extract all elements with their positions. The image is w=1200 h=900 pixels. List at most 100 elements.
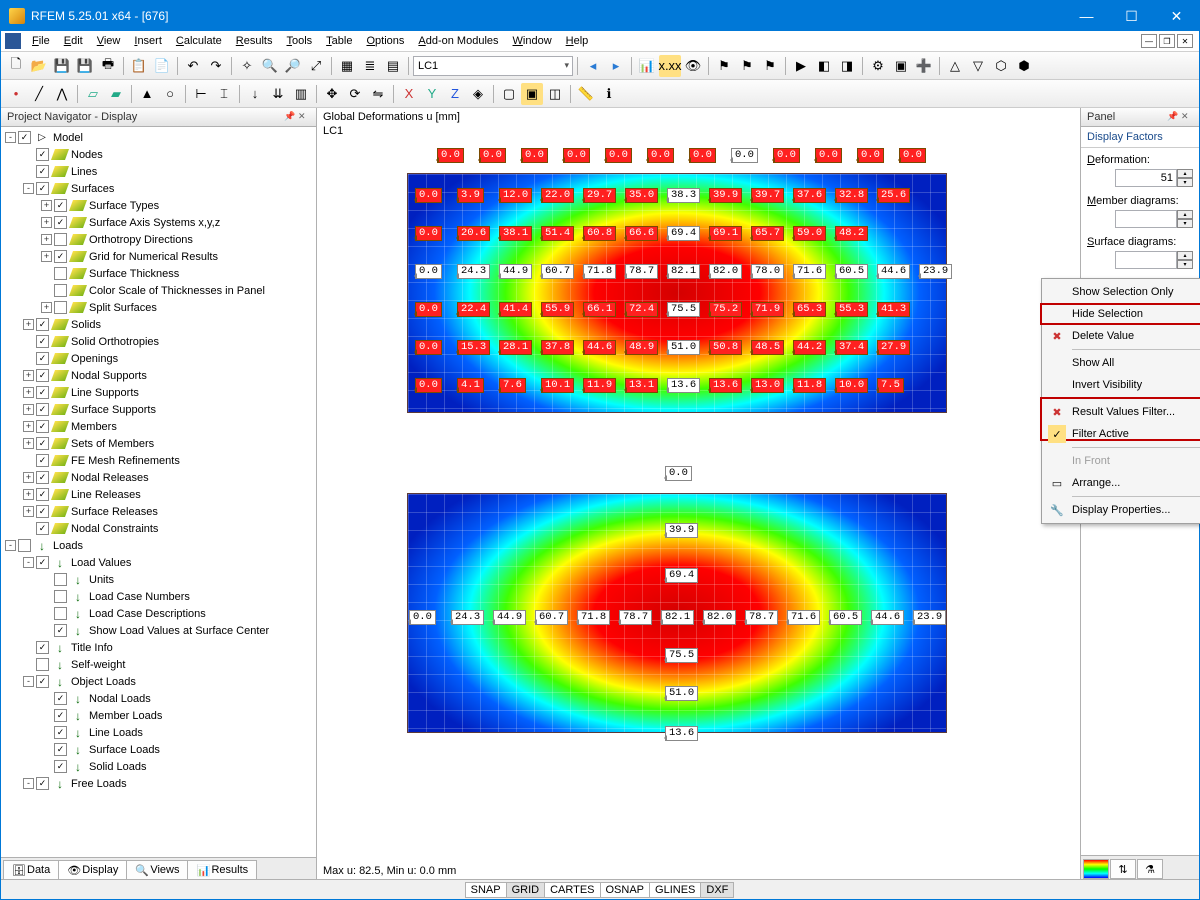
menu-item-arrange[interactable]: ▭Arrange...: [1044, 472, 1200, 494]
value-label[interactable]: 0.0: [415, 188, 442, 203]
expand-icon[interactable]: +: [23, 421, 34, 432]
tree-item[interactable]: +Sets of Members: [1, 435, 316, 452]
value-label[interactable]: 69.4: [667, 226, 700, 241]
value-label[interactable]: 78.0: [751, 264, 784, 279]
value-label[interactable]: 0.0: [415, 226, 442, 241]
new-icon[interactable]: 🗋: [5, 55, 27, 77]
menu-view[interactable]: View: [90, 33, 128, 49]
factor-input[interactable]: [1115, 210, 1177, 228]
tree-checkbox[interactable]: [54, 709, 67, 722]
nav-tab-views[interactable]: 🔍Views: [126, 860, 188, 879]
tree-checkbox[interactable]: [36, 777, 49, 790]
tree-item[interactable]: +Surface Types: [1, 197, 316, 214]
tree-item[interactable]: -↓Load Values: [1, 554, 316, 571]
tree-item[interactable]: ↓Self-weight: [1, 656, 316, 673]
table-icon[interactable]: ▤: [382, 55, 404, 77]
value-label[interactable]: 60.8: [583, 226, 616, 241]
value-label[interactable]: 24.3: [451, 610, 484, 625]
value-label[interactable]: 20.6: [457, 226, 490, 241]
value-label[interactable]: 7.5: [877, 378, 904, 393]
panel-tab-factors[interactable]: ⇅: [1110, 859, 1136, 879]
menu-item-delete-value[interactable]: ✖Delete Value: [1044, 325, 1200, 347]
tree-item[interactable]: Lines: [1, 163, 316, 180]
tree-checkbox[interactable]: [36, 505, 49, 518]
zoom-icon[interactable]: 🔎: [282, 55, 304, 77]
value-label[interactable]: 44.6: [583, 340, 616, 355]
value-label[interactable]: 60.5: [835, 264, 868, 279]
value-label[interactable]: 0.0: [665, 466, 692, 481]
save-icon[interactable]: 💾: [51, 55, 73, 77]
spin-down-icon[interactable]: ▾: [1177, 219, 1193, 228]
value-label[interactable]: 13.0: [751, 378, 784, 393]
value-label[interactable]: 51.0: [665, 686, 698, 701]
cube-icon[interactable]: ▣: [890, 55, 912, 77]
value-label[interactable]: 15.3: [457, 340, 490, 355]
value-label[interactable]: 55.9: [541, 302, 574, 317]
tree-checkbox[interactable]: [36, 182, 49, 195]
tree-item[interactable]: ↓Load Case Descriptions: [1, 605, 316, 622]
value-label[interactable]: 39.9: [709, 188, 742, 203]
value-label[interactable]: 12.0: [499, 188, 532, 203]
menu-item-show-all[interactable]: Show All: [1044, 352, 1200, 374]
collapse-icon[interactable]: -: [5, 540, 16, 551]
anim-icon[interactable]: ▶: [790, 55, 812, 77]
value-label[interactable]: 13.6: [665, 726, 698, 741]
tool-d-icon[interactable]: ⬢: [1013, 55, 1035, 77]
tree-checkbox[interactable]: [18, 539, 31, 552]
value-label[interactable]: 0.0: [415, 264, 442, 279]
solid-view-icon[interactable]: ▣: [521, 83, 543, 105]
prev-icon[interactable]: ◂: [582, 55, 604, 77]
collapse-icon[interactable]: -: [23, 183, 34, 194]
panel-tab-colorscale[interactable]: [1083, 859, 1109, 879]
menu-item-hide-selection[interactable]: Hide Selection: [1044, 303, 1200, 325]
tree-item[interactable]: +Surface Releases: [1, 503, 316, 520]
expand-icon[interactable]: +: [41, 200, 52, 211]
value-label[interactable]: 37.4: [835, 340, 868, 355]
value-label[interactable]: 11.8: [793, 378, 826, 393]
tree-checkbox[interactable]: [36, 352, 49, 365]
expand-icon[interactable]: +: [41, 234, 52, 245]
info-icon[interactable]: ℹ: [598, 83, 620, 105]
tree-checkbox[interactable]: [36, 454, 49, 467]
value-label[interactable]: 50.8: [709, 340, 742, 355]
value-label[interactable]: 37.8: [541, 340, 574, 355]
collapse-icon[interactable]: -: [23, 676, 34, 687]
tree-checkbox[interactable]: [54, 284, 67, 297]
plus-icon[interactable]: ➕: [913, 55, 935, 77]
mirror-icon[interactable]: ⇋: [367, 83, 389, 105]
tree-checkbox[interactable]: [36, 641, 49, 654]
view-iso-icon[interactable]: ◈: [467, 83, 489, 105]
status-toggle-dxf[interactable]: DXF: [700, 882, 734, 898]
value-label[interactable]: 51.0: [667, 340, 700, 355]
value-label[interactable]: 13.1: [625, 378, 658, 393]
tree-item[interactable]: +Grid for Numerical Results: [1, 248, 316, 265]
tree-item[interactable]: FE Mesh Refinements: [1, 452, 316, 469]
value-label[interactable]: 66.6: [625, 226, 658, 241]
menu-item-show-selection-only[interactable]: Show Selection Only: [1044, 281, 1200, 303]
value-label[interactable]: 22.0: [541, 188, 574, 203]
value-label[interactable]: 28.1: [499, 340, 532, 355]
expand-icon[interactable]: +: [23, 472, 34, 483]
section-icon[interactable]: ⌶: [213, 83, 235, 105]
menu-insert[interactable]: Insert: [127, 33, 169, 49]
minimize-button[interactable]: —: [1064, 1, 1109, 31]
results-icon[interactable]: 📊: [636, 55, 658, 77]
value-label[interactable]: 0.0: [479, 148, 506, 163]
viewport[interactable]: Global Deformations u [mm] LC1 0.00.00.0…: [317, 108, 1081, 879]
tree-checkbox[interactable]: [36, 165, 49, 178]
move-icon[interactable]: ✥: [321, 83, 343, 105]
value-label[interactable]: 0.0: [773, 148, 800, 163]
calc-icon[interactable]: ⚙: [867, 55, 889, 77]
mdi-close[interactable]: ✕: [1177, 34, 1193, 48]
value-label[interactable]: 0.0: [647, 148, 674, 163]
tree-item[interactable]: +Split Surfaces: [1, 299, 316, 316]
value-label[interactable]: 55.3: [835, 302, 868, 317]
tree-item[interactable]: Openings: [1, 350, 316, 367]
value-label[interactable]: 71.9: [751, 302, 784, 317]
navigator-tree[interactable]: -▷ModelNodesLines-Surfaces+Surface Types…: [1, 127, 316, 857]
value-label[interactable]: 44.2: [793, 340, 826, 355]
view-z-icon[interactable]: Z: [444, 83, 466, 105]
tree-checkbox[interactable]: [36, 488, 49, 501]
value-label[interactable]: 13.6: [667, 378, 700, 393]
pin-icon[interactable]: 📌: [284, 111, 296, 123]
